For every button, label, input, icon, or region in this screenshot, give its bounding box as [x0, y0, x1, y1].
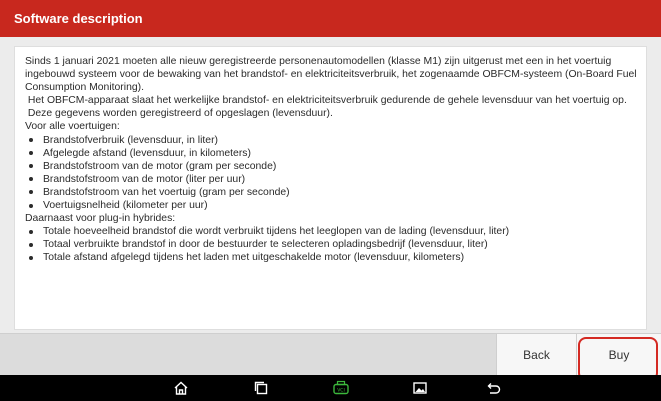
section-heading: Voor alle voertuigen: — [25, 121, 120, 133]
back-arrow-icon[interactable] — [486, 380, 502, 396]
content-area: Sinds 1 januari 2021 moeten alle nieuw g… — [0, 37, 661, 333]
screenshot-icon[interactable] — [412, 380, 428, 396]
list-item: Totale afstand afgelegd tijdens het lade… — [25, 251, 637, 264]
list-item: Voertuigsnelheid (kilometer per uur) — [25, 199, 637, 212]
back-button[interactable]: Back — [496, 334, 576, 376]
description-panel[interactable]: Sinds 1 januari 2021 moeten alle nieuw g… — [14, 46, 647, 330]
vci-icon[interactable]: VCI — [332, 380, 349, 396]
section-heading: Daarnaast voor plug-in hybrides: — [25, 213, 176, 225]
description-text: Sinds 1 januari 2021 moeten alle nieuw g… — [25, 55, 637, 265]
home-icon[interactable] — [173, 380, 189, 396]
description-paragraph: Het OBFCM-apparaat slaat het werkelijke … — [25, 95, 627, 107]
description-paragraph: Sinds 1 januari 2021 moeten alle nieuw g… — [25, 56, 640, 94]
header-bar: Software description — [0, 0, 661, 37]
list-item: Brandstofstroom van de motor (gram per s… — [25, 160, 637, 173]
list-item: Brandstofstroom van de motor (liter per … — [25, 173, 637, 186]
description-paragraph: Deze gegevens worden geregistreerd of op… — [25, 108, 333, 120]
footer-bar: Back Buy — [0, 333, 661, 376]
list-item: Brandstofverbruik (levensduur, in liter) — [25, 134, 637, 147]
buy-button[interactable]: Buy — [576, 334, 661, 376]
navigation-bar: VCI — [0, 375, 661, 401]
list-item: Afgelegde afstand (levensduur, in kilome… — [25, 147, 637, 160]
list-item: Brandstofstroom van het voertuig (gram p… — [25, 186, 637, 199]
svg-text:VCI: VCI — [337, 388, 345, 394]
recent-apps-icon[interactable] — [253, 380, 269, 396]
list-item: Totaal verbruikte brandstof in door de b… — [25, 238, 637, 251]
page-title: Software description — [14, 11, 143, 26]
list-item: Totale hoeveelheid brandstof die wordt v… — [25, 225, 637, 238]
